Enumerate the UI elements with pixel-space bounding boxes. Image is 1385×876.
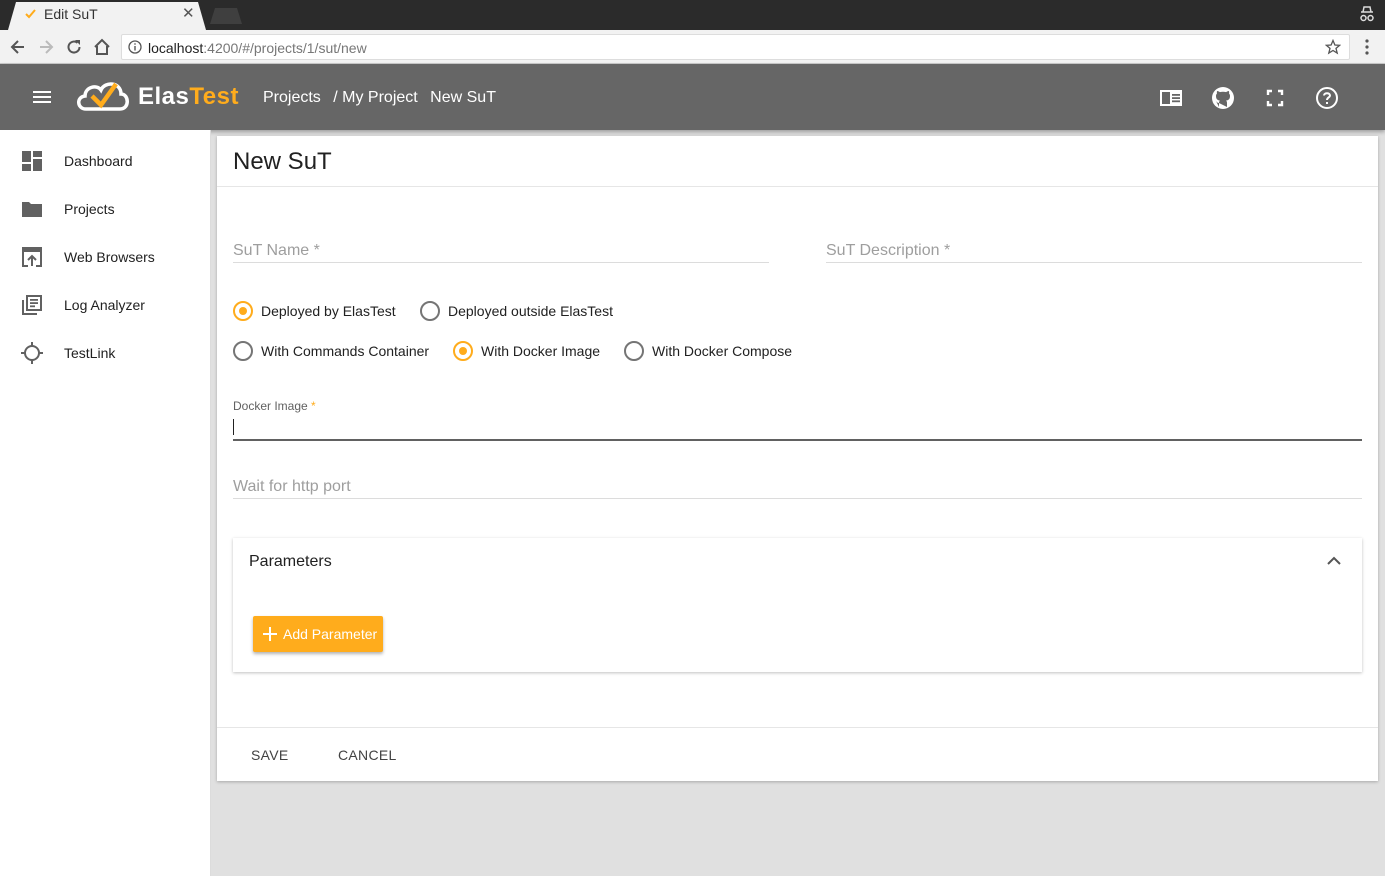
sidebar-item-label: Web Browsers	[64, 249, 155, 265]
save-button[interactable]: SAVE	[251, 747, 289, 763]
library-books-icon	[22, 295, 42, 315]
chrome-reader-mode-icon[interactable]	[1159, 86, 1183, 110]
bookmark-star-icon[interactable]	[1325, 39, 1341, 55]
docker-image-label: Docker Image *	[233, 399, 316, 413]
sidebar-item-log-analyzer[interactable]: Log Analyzer	[0, 282, 210, 330]
wait-http-port-input[interactable]: Wait for http port	[233, 478, 1362, 500]
address-bar[interactable]: localhost:4200/#/projects/1/sut/new	[121, 34, 1350, 60]
sidebar-item-label: TestLink	[64, 345, 116, 361]
logo-test: Test	[189, 83, 239, 110]
sut-description-underline	[826, 262, 1362, 263]
help-icon[interactable]	[1315, 86, 1339, 110]
sut-name-input[interactable]: SuT Name *	[233, 242, 769, 264]
radio-label: Deployed by ElasTest	[261, 303, 396, 319]
chevron-up-icon[interactable]	[1326, 555, 1342, 567]
radio-dot	[459, 347, 467, 355]
breadcrumb-my-project[interactable]: / My Project	[333, 89, 417, 106]
new-sut-card: New SuT SuT Name * SuT Description * Dep…	[217, 136, 1378, 781]
sut-name-underline	[233, 262, 769, 263]
radio-label: With Docker Compose	[652, 343, 793, 359]
radio-circle	[624, 341, 644, 361]
elastest-favicon-icon	[25, 9, 36, 19]
required-asterisk: *	[311, 399, 316, 413]
docker-image-label-text: Docker Image	[233, 399, 308, 413]
tab-title: Edit SuT	[44, 6, 98, 22]
radio-dot	[239, 307, 247, 315]
sidebar-item-web-browsers[interactable]: Web Browsers	[0, 234, 210, 282]
wait-http-port-placeholder: Wait for http port	[233, 478, 351, 495]
open-in-browser-icon	[22, 247, 42, 267]
github-icon[interactable]	[1211, 86, 1235, 110]
url-text: localhost:4200/#/projects/1/sut/new	[148, 40, 367, 56]
docker-image-input[interactable]	[233, 414, 1362, 440]
radio-deployed-outside-elastest[interactable]: Deployed outside ElasTest	[420, 299, 620, 323]
back-arrow-icon[interactable]	[9, 38, 27, 56]
home-icon[interactable]	[93, 38, 111, 56]
radio-circle	[453, 341, 473, 361]
sidebar-item-label: Dashboard	[64, 153, 133, 169]
radio-circle	[233, 301, 253, 321]
logo-wordmark: ElasTest	[138, 83, 239, 111]
dashboard-icon	[22, 151, 42, 171]
logo-elas: Elas	[138, 83, 190, 110]
breadcrumb-current: New SuT	[430, 89, 496, 106]
actions-divider	[217, 727, 1378, 728]
docker-image-underline	[233, 439, 1362, 441]
radio-circle	[420, 301, 440, 321]
radio-with-docker-image[interactable]: With Docker Image	[453, 339, 603, 363]
radio-with-commands-container[interactable]: With Commands Container	[233, 339, 433, 363]
sut-description-placeholder: SuT Description *	[826, 242, 951, 259]
folder-icon	[22, 202, 42, 217]
radio-label: Deployed outside ElasTest	[448, 303, 613, 319]
sut-name-placeholder: SuT Name *	[233, 242, 320, 259]
sidebar-item-label: Log Analyzer	[64, 297, 145, 313]
reload-icon[interactable]	[65, 38, 83, 56]
plus-icon	[263, 627, 277, 641]
title-divider	[217, 186, 1378, 187]
url-host: localhost	[148, 40, 204, 56]
app-header: ElasTest Projects / My Project New SuT	[0, 64, 1385, 130]
browser-tab[interactable]	[8, 2, 206, 30]
browser-menu-icon[interactable]	[1362, 38, 1372, 56]
breadcrumb: Projects / My Project New SuT	[263, 89, 504, 107]
add-parameter-label: Add Parameter	[283, 626, 378, 642]
add-parameter-button[interactable]: Add Parameter	[253, 616, 383, 652]
radio-circle	[233, 341, 253, 361]
url-path: :4200/#/projects/1/sut/new	[203, 40, 367, 56]
sidebar-item-label: Projects	[64, 201, 115, 217]
parameters-panel: Parameters Add Parameter	[233, 538, 1362, 672]
radio-with-docker-compose[interactable]: With Docker Compose	[624, 339, 804, 363]
sidebar-item-testlink[interactable]: TestLink	[0, 330, 210, 378]
sidebar: Dashboard Projects Web Browsers Log Anal…	[0, 130, 211, 876]
radio-label: With Commands Container	[261, 343, 430, 359]
gps-crosshair-icon	[21, 342, 43, 364]
wait-http-port-underline	[233, 498, 1362, 499]
forward-arrow-icon[interactable]	[37, 38, 55, 56]
radio-label: With Docker Image	[481, 343, 601, 359]
sut-description-input[interactable]: SuT Description *	[826, 242, 1362, 264]
text-caret	[233, 419, 234, 435]
browser-tab-bar: Edit SuT ✕	[0, 0, 1385, 30]
cloud-check-logo-icon	[77, 82, 129, 111]
parameters-title[interactable]: Parameters	[249, 553, 332, 571]
incognito-icon	[1360, 6, 1374, 22]
browser-toolbar: localhost:4200/#/projects/1/sut/new	[0, 30, 1385, 64]
site-info-icon[interactable]	[128, 40, 142, 54]
menu-icon[interactable]	[32, 89, 52, 105]
breadcrumb-projects[interactable]: Projects	[263, 89, 321, 106]
cancel-button[interactable]: CANCEL	[338, 747, 397, 763]
sidebar-item-projects[interactable]: Projects	[0, 186, 210, 234]
new-tab-button[interactable]	[210, 8, 242, 24]
elastest-logo[interactable]: ElasTest	[74, 76, 238, 116]
fullscreen-icon[interactable]	[1263, 86, 1287, 110]
page-title: New SuT	[233, 148, 332, 175]
radio-deployed-by-elastest[interactable]: Deployed by ElasTest	[233, 299, 403, 323]
tab-close-icon[interactable]: ✕	[182, 4, 195, 22]
sidebar-item-dashboard[interactable]: Dashboard	[0, 138, 210, 186]
